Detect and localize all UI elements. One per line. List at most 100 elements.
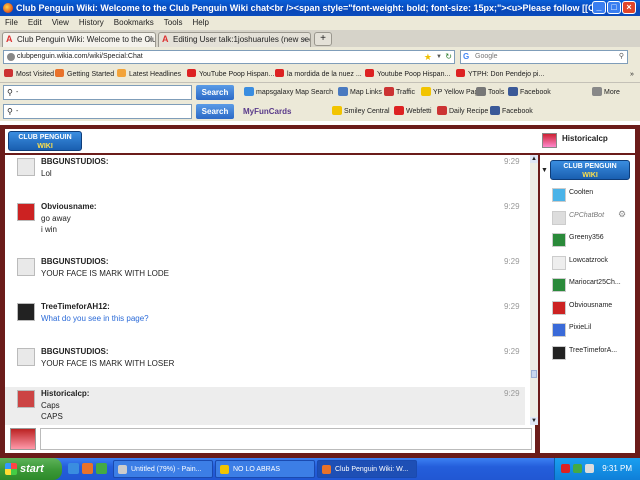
toolbar-search-input[interactable]: ⚲ -: [3, 85, 192, 100]
club-penguin-wiki-logo[interactable]: CLUB PENGUIN WIKI: [8, 131, 82, 151]
message-timestamp: 9:29: [504, 202, 520, 211]
daily-recipe-item[interactable]: Daily Recipe: [437, 102, 488, 121]
user-list-item[interactable]: TreeTimeforA...: [552, 345, 632, 361]
map-links-item[interactable]: Map Links: [338, 83, 382, 102]
user-avatar[interactable]: [17, 203, 35, 221]
bot-gear-icon[interactable]: ⚙: [618, 209, 626, 220]
scroll-down-icon[interactable]: ▼: [530, 417, 538, 425]
search-icon[interactable]: ⚲: [619, 51, 624, 63]
bookmark-getting-started[interactable]: Getting Started: [55, 67, 114, 82]
tray-network-icon[interactable]: [573, 464, 582, 473]
user-list-item[interactable]: Mariocart25Ch...: [552, 277, 632, 293]
facebook-item[interactable]: Facebook: [508, 83, 551, 102]
menu-history[interactable]: History: [79, 18, 104, 27]
user-avatar: [552, 255, 566, 270]
message-text[interactable]: What do you see in this page?: [41, 314, 149, 323]
webfetti-item[interactable]: Webfetti: [394, 102, 432, 121]
tray-antivirus-icon[interactable]: [561, 464, 570, 473]
message-username[interactable]: Obviousname:: [41, 202, 97, 211]
new-tab-button[interactable]: +: [314, 32, 332, 46]
menu-file[interactable]: File: [5, 18, 18, 27]
chat-messages[interactable]: BBGUNSTUDIOS: Lol 9:29 Obviousname: go away i…: [5, 155, 530, 425]
bookmarks-overflow-icon[interactable]: »: [630, 67, 634, 82]
traffic-item[interactable]: Traffic: [384, 83, 415, 102]
task-firefox-club-penguin[interactable]: Club Penguin Wiki: W...: [317, 460, 417, 478]
minimize-button[interactable]: _: [592, 1, 606, 14]
user-list-item[interactable]: Obviousname: [552, 300, 632, 316]
message-username[interactable]: Historicalcp:: [41, 389, 89, 398]
menu-bookmarks[interactable]: Bookmarks: [114, 18, 154, 27]
tab-club-penguin-chat[interactable]: A Club Penguin Wiki: Welcome to the Club…: [2, 32, 156, 47]
myfuncards-logo[interactable]: MyFunCards: [243, 102, 291, 121]
user-list-item[interactable]: Greeny356: [552, 232, 632, 248]
chat-input-area: [5, 425, 535, 453]
menu-edit[interactable]: Edit: [28, 18, 42, 27]
user-list-item[interactable]: Lowcatzrock: [552, 255, 632, 271]
user-list-item[interactable]: PixieLil: [552, 322, 632, 338]
main-room-logo[interactable]: CLUB PENGUIN WIKI: [550, 160, 630, 180]
chat-scrollbar[interactable]: ▲ ▼: [530, 155, 538, 425]
message-username[interactable]: BBGUNSTUDIOS:: [41, 257, 109, 266]
bookmark-star-icon[interactable]: ★: [424, 51, 432, 63]
toolbar-search-button[interactable]: Search: [196, 104, 234, 119]
window-title-bar[interactable]: Club Penguin Wiki: Welcome to the Club P…: [0, 0, 640, 16]
user-avatar[interactable]: [17, 348, 35, 366]
google-icon[interactable]: G: [463, 52, 472, 61]
facebook-item[interactable]: Facebook: [490, 102, 533, 121]
toolbar-search-button[interactable]: Search: [196, 85, 234, 100]
youtube-icon: [187, 69, 196, 77]
tray-volume-icon[interactable]: [585, 464, 594, 473]
toolbar-search-input[interactable]: ⚲ -: [3, 104, 192, 119]
chat-user-list: CLUB PENGUIN WIKI ▼ Coolten CPChatBot ⚙ Gree…: [540, 155, 635, 453]
url-text: clubpenguin.wikia.com/wiki/Special:Chat: [17, 53, 143, 60]
user-avatar[interactable]: [17, 158, 35, 176]
more-item[interactable]: More: [592, 83, 620, 102]
tray-clock: 9:31 PM: [602, 464, 632, 473]
quicklaunch-messenger-icon[interactable]: [96, 463, 107, 474]
message-username[interactable]: TreeTimeforAH12:: [41, 302, 110, 311]
scrollbar-thumb[interactable]: [531, 370, 537, 378]
menu-help[interactable]: Help: [192, 18, 208, 27]
scroll-up-icon[interactable]: ▲: [530, 155, 538, 163]
url-dropdown-icon[interactable]: ▼: [436, 51, 442, 63]
user-list-name: CPChatBot: [569, 211, 605, 219]
user-list-item[interactable]: CPChatBot ⚙: [552, 209, 632, 226]
bookmarks-toolbar: Most Visited Getting Started Latest Head…: [0, 67, 640, 83]
tab-editing-user-talk[interactable]: A Editing User talk:1joshuarules (new se…: [158, 32, 311, 47]
user-list-item[interactable]: Coolten: [552, 187, 632, 203]
quicklaunch-ie-icon[interactable]: [68, 463, 79, 474]
task-paint[interactable]: Untitled (79%) - Pain...: [113, 460, 213, 478]
close-tab-icon[interactable]: ×: [147, 33, 152, 47]
message-username[interactable]: BBGUNSTUDIOS:: [41, 157, 109, 166]
start-button[interactable]: start: [0, 458, 62, 480]
site-identity-icon[interactable]: [7, 53, 15, 61]
close-tab-icon[interactable]: ×: [302, 33, 307, 47]
smiley-central-item[interactable]: Smiley Central: [332, 102, 390, 121]
menu-view[interactable]: View: [52, 18, 69, 27]
bookmark-la-mordida[interactable]: la mordida de la nuez ...: [275, 67, 362, 82]
user-avatar[interactable]: [17, 258, 35, 276]
bookmark-youtube-poop-2[interactable]: Youtube Poop Hispan...: [365, 67, 450, 82]
message-timestamp: 9:29: [504, 257, 520, 266]
user-avatar[interactable]: [17, 390, 35, 408]
quicklaunch-firefox-icon[interactable]: [82, 463, 93, 474]
chat-message-input[interactable]: [40, 428, 532, 450]
menu-tools[interactable]: Tools: [164, 18, 183, 27]
task-no-lo-abras[interactable]: NO LO ABRAS: [215, 460, 315, 478]
reload-icon[interactable]: ↻: [445, 51, 452, 63]
bookmark-most-visited[interactable]: Most Visited: [4, 67, 54, 82]
tools-item[interactable]: Tools: [476, 83, 504, 102]
google-search-field[interactable]: G Google ⚲: [460, 50, 628, 64]
user-avatar[interactable]: [17, 303, 35, 321]
bookmark-latest-headlines[interactable]: Latest Headlines: [117, 67, 181, 82]
close-window-button[interactable]: ×: [622, 1, 636, 14]
message-username[interactable]: BBGUNSTUDIOS:: [41, 347, 109, 356]
url-bar[interactable]: clubpenguin.wikia.com/wiki/Special:Chat …: [3, 50, 455, 64]
map-icon: [338, 87, 348, 96]
search-icon: ⚲: [7, 107, 13, 116]
bookmark-ytph[interactable]: YTPH: Don Pendejo pi...: [456, 67, 544, 82]
collapse-arrow-icon[interactable]: ▼: [541, 167, 548, 174]
maximize-button[interactable]: □: [607, 1, 621, 14]
map-search-item[interactable]: mapsgalaxy Map Search: [244, 83, 333, 102]
bookmark-youtube-poop-1[interactable]: YouTube Poop Hispan...: [187, 67, 274, 82]
